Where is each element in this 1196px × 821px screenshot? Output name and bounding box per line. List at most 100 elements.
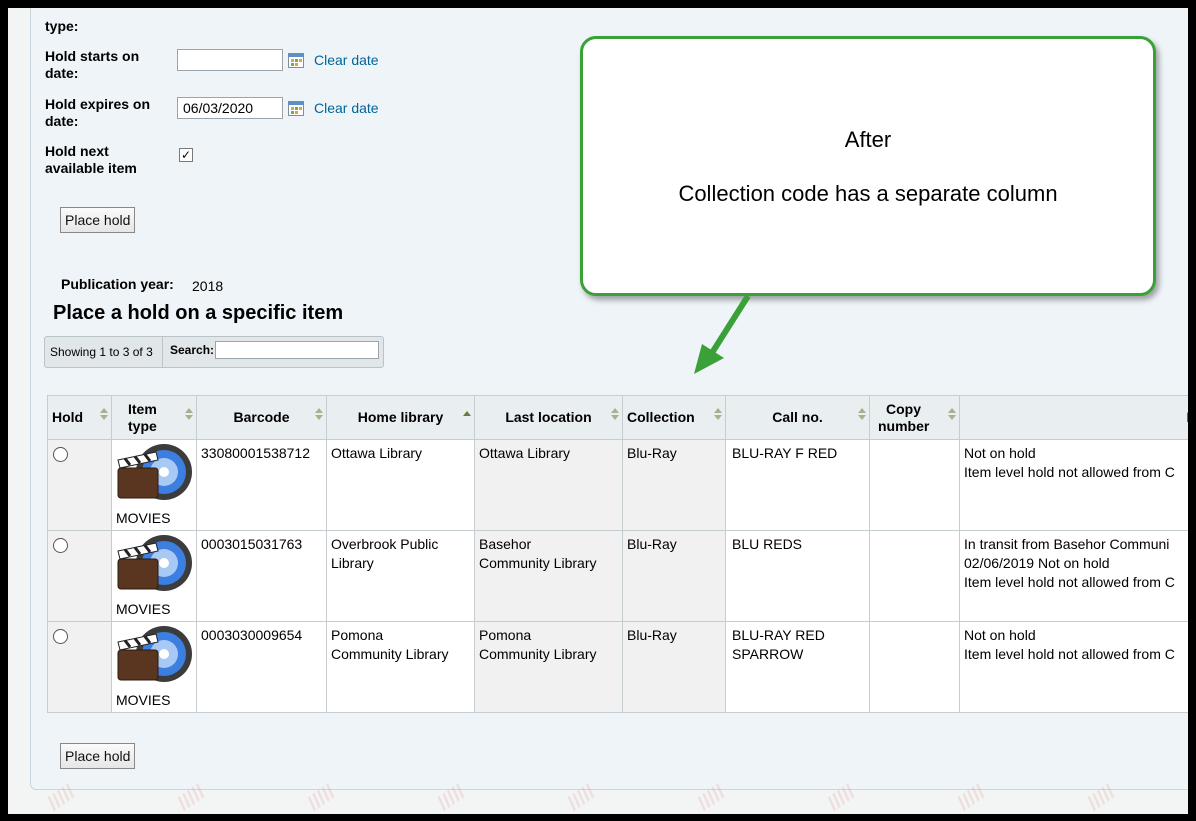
copy-number-cell [869, 621, 960, 713]
last-location-cell: Ottawa Library [474, 439, 623, 531]
col-barcode-label: Barcode [233, 409, 290, 425]
callout-title: After [844, 127, 892, 152]
col-last-location-label: Last location [505, 409, 592, 425]
last-location-line: Community Library [479, 555, 597, 571]
hold-starts-label: Hold starts on date: [45, 48, 139, 82]
home-library-cell: Pomona Community Library [326, 621, 475, 713]
col-collection[interactable]: Collection [622, 395, 726, 440]
item-type-label: MOVIES [116, 692, 171, 708]
col-barcode[interactable]: Barcode [196, 395, 327, 440]
hold-next-label-line2: available item [45, 160, 137, 176]
type-label: type: [45, 18, 79, 34]
items-table: Hold Item type Barcode Home library Last … [47, 395, 1188, 713]
col-copy-number[interactable]: Copy number [869, 395, 960, 440]
calendar-icon[interactable] [288, 100, 304, 116]
home-library-line: Community Library [331, 646, 449, 662]
home-library-cell: Overbrook Public Library [326, 530, 475, 622]
copy-number-cell [869, 530, 960, 622]
collection-cell: Blu-Ray [622, 621, 726, 713]
last-location-cell: Basehor Community Library [474, 530, 623, 622]
last-location-line: Ottawa Library [479, 445, 571, 461]
col-home-library[interactable]: Home library [326, 395, 475, 440]
col-call-no[interactable]: Call no. [725, 395, 870, 440]
callout-text: Collection code has a separate column [678, 181, 1058, 206]
hold-starts-label-line2: date: [45, 65, 79, 81]
col-call-no-label: Call no. [772, 409, 823, 425]
hold-radio[interactable] [53, 629, 68, 644]
col-item-type-line2: type [128, 417, 157, 434]
col-information[interactable]: In [959, 395, 1188, 440]
publication-year-value: 2018 [192, 278, 224, 294]
call-no-line: BLU-RAY F RED [732, 445, 838, 461]
col-hold-label: Hold [52, 409, 84, 425]
call-no-line: BLU REDS [732, 536, 803, 552]
info-line: In transit from Basehor Communi [964, 536, 1170, 552]
last-location-cell: Pomona Community Library [474, 621, 623, 713]
datatable-info: Showing 1 to 3 of 3 [50, 345, 153, 359]
hold-cell [47, 439, 112, 531]
home-library-cell: Ottawa Library [326, 439, 475, 531]
hold-radio[interactable] [53, 538, 68, 553]
search-input[interactable] [215, 341, 379, 359]
hold-starts-label-line1: Hold starts on [45, 48, 140, 64]
col-item-type[interactable]: Item type [111, 395, 197, 440]
annotation-callout: After Collection code has a separate col… [580, 36, 1156, 296]
info-line: Item level hold not allowed from C [964, 574, 1175, 590]
calendar-icon[interactable] [288, 52, 304, 68]
publication-year-label: Publication year: [61, 276, 174, 292]
information-cell: Not on hold Item level hold not allowed f… [959, 439, 1188, 531]
home-library-line: Library [331, 555, 374, 571]
section-title: Place a hold on a specific item [53, 302, 344, 324]
call-no-cell: BLU REDS [725, 530, 870, 622]
home-library-line: Overbrook Public [331, 536, 439, 552]
clear-expiry-date-link[interactable]: Clear date [314, 100, 379, 116]
info-line: Not on hold [964, 445, 1036, 461]
hold-radio[interactable] [53, 447, 68, 462]
place-hold-button-bottom[interactable]: Place hold [60, 743, 136, 769]
hold-expires-label: Hold expires on date: [45, 96, 150, 130]
barcode-cell: 0003030009654 [196, 621, 327, 713]
item-type-cell: MOVIES [111, 621, 197, 713]
col-last-location[interactable]: Last location [474, 395, 623, 440]
table-row: MOVIES 33080001538712 Ottawa Library Ott… [47, 439, 1188, 531]
info-line: Item level hold not allowed from C [964, 646, 1175, 662]
col-collection-label: Collection [627, 409, 695, 425]
table-row: MOVIES 0003015031763 Overbrook Public Lib… [47, 530, 1188, 622]
last-location-line: Basehor [479, 536, 532, 552]
hold-expires-input[interactable] [177, 97, 283, 119]
col-copy-number-line1: Copy [886, 400, 921, 417]
barcode-cell: 0003015031763 [196, 530, 327, 622]
information-cell: In transit from Basehor Communi 02/06/201… [959, 530, 1188, 622]
item-type-cell: MOVIES [111, 439, 197, 531]
last-location-line: Community Library [479, 646, 597, 662]
hold-next-available-checkbox[interactable]: ✓ [179, 148, 193, 162]
info-line: Item level hold not allowed from C [964, 464, 1175, 480]
hold-expires-label-line1: Hold expires on [45, 96, 151, 112]
annotation-arrow-icon [694, 294, 751, 374]
hold-cell [47, 621, 112, 713]
home-library-line: Ottawa Library [331, 445, 423, 461]
information-cell: Not on hold Item level hold not allowed f… [959, 621, 1188, 713]
call-no-line: BLU-RAY RED [732, 627, 825, 643]
place-hold-button-top[interactable]: Place hold [60, 207, 136, 233]
call-no-cell: BLU-RAY RED SPARROW [725, 621, 870, 713]
hold-expires-label-line2: date: [45, 113, 79, 129]
table-row: MOVIES 0003030009654 Pomona Community Lib… [47, 621, 1188, 713]
collection-cell: Blu-Ray [622, 439, 726, 531]
home-library-line: Pomona [331, 627, 384, 643]
hold-starts-input[interactable] [177, 49, 283, 71]
copy-number-cell [869, 439, 960, 531]
clear-start-date-link[interactable]: Clear date [314, 52, 379, 68]
hold-next-label-line1: Hold next [45, 143, 109, 159]
col-hold[interactable]: Hold [47, 395, 112, 440]
info-line: 02/06/2019 Not on hold [964, 555, 1110, 571]
collection-cell: Blu-Ray [622, 530, 726, 622]
col-copy-number-line2: number [878, 417, 930, 434]
info-line: Not on hold [964, 627, 1036, 643]
call-no-line: SPARROW [732, 646, 804, 662]
call-no-cell: BLU-RAY F RED [725, 439, 870, 531]
movies-icon [117, 444, 192, 500]
hold-next-available-label: Hold next available item [45, 143, 137, 177]
col-item-type-line1: Item [128, 400, 157, 417]
barcode-cell: 33080001538712 [196, 439, 327, 531]
